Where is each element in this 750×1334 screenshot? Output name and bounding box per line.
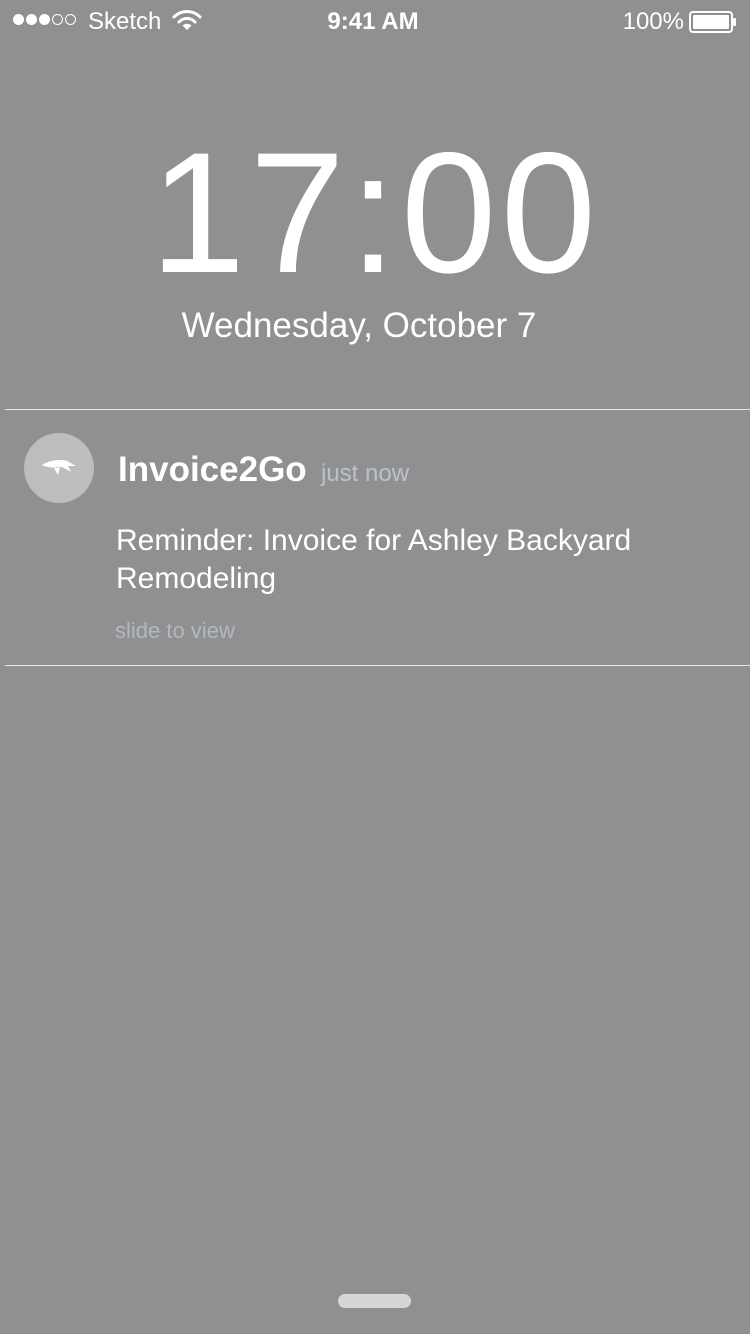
lock-screen-time: 17:00 <box>149 117 601 309</box>
invoice2go-bird-icon <box>24 433 94 503</box>
bird-glyph <box>42 460 76 475</box>
control-center-grabber[interactable] <box>338 1294 411 1308</box>
slide-to-view-hint: slide to view <box>115 618 235 643</box>
notification-message: Reminder: Invoice for Ashley Backyard Re… <box>116 524 632 595</box>
battery-percentage: 100% <box>622 8 684 35</box>
status-time-text: 9:41 AM <box>327 8 419 35</box>
battery-icon <box>689 11 736 33</box>
lock-screen-date: Wednesday, October 7 <box>181 306 537 345</box>
status-bar: Sketch 9:41 AM 100% <box>0 0 750 42</box>
notification-card[interactable]: Invoice2Go just now Reminder: Invoice fo… <box>0 410 750 665</box>
notification-divider-bottom <box>5 665 750 666</box>
notification-timestamp: just now <box>321 460 410 487</box>
notification-app-name: Invoice2Go <box>118 450 307 489</box>
